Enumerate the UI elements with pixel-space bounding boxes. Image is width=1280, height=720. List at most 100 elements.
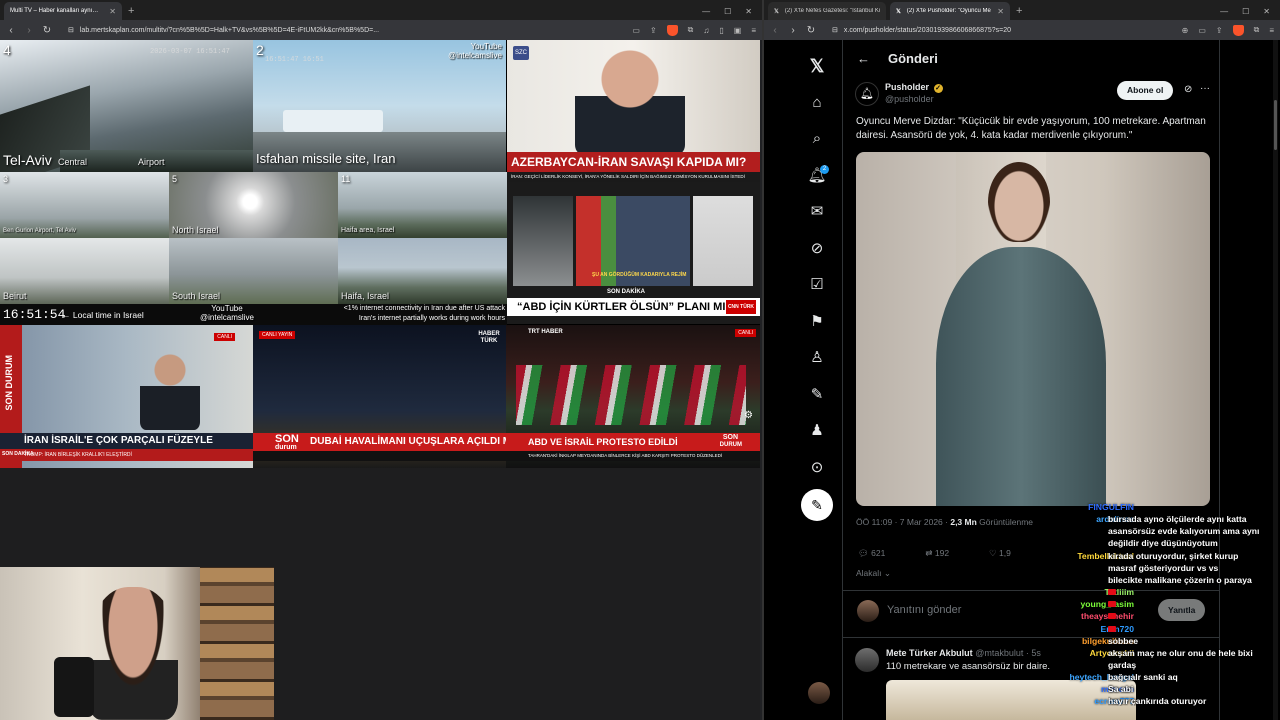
share-icon[interactable]: ⇪ [1216,26,1223,35]
news-ntv[interactable]: SON DURUM CANLI İRAN İSRAİL'E ÇOK PARÇAL… [0,325,253,468]
cam-telaviv[interactable]: 4 2026-03-07 16:51:47 Tel-Aviv Central A… [0,40,253,172]
extensions-icon[interactable]: ⧉ [1254,25,1260,35]
site-info-icon[interactable]: ⊟ [832,26,838,34]
chat-message: Tatliiim [1030,587,1280,599]
chat-message: bilecikte malikane çözerin o paraya [1030,575,1280,587]
share-icon[interactable]: ⇪ [650,26,657,35]
close-window-icon[interactable]: ✕ [745,7,752,16]
profile-icon[interactable]: ♟ [798,413,836,450]
tab-multitv[interactable]: Multi TV – Haber kanalları aynı… ✕ [4,2,122,20]
back-icon[interactable]: ‹ [6,25,16,36]
compose-post-button[interactable]: ✎ [801,489,833,521]
maximize-icon[interactable]: ☐ [1242,7,1249,16]
x-logo-icon: 𝕏 [896,8,901,15]
cam-number: 5 [172,174,178,184]
cast-icon[interactable]: ▭ [632,26,640,35]
account-avatar[interactable] [808,682,830,704]
x-logo-icon[interactable]: 𝕏 [798,48,836,85]
cam-ben-gurion[interactable]: 3 Ben Gurion Airport, Tel Aviv [0,172,169,238]
jobs-icon[interactable]: ♙ [798,340,836,377]
sidebar-icon[interactable]: ▯ [719,26,723,35]
brave-shield-icon[interactable] [666,24,678,36]
sort-replies-dropdown[interactable]: Alakalı ⌄ [856,568,891,579]
new-tab-button[interactable]: + [122,2,140,20]
tab-nefes[interactable]: 𝕏 (2) X'te Nefes Gazetesi: "İstanbul Kü… [768,2,886,20]
tab-close-icon[interactable]: ✕ [109,7,116,16]
news-dubai[interactable]: CANLI YAYIN HABER TÜRK SON durum DUBAİ H… [253,325,506,468]
reload-icon[interactable]: ↻ [42,25,52,36]
snow-building [283,110,383,132]
post-text: Oyuncu Merve Dizdar: "Küçücük bir evde y… [856,116,1206,141]
communities-icon[interactable]: ✎ [798,377,836,414]
author-handle[interactable]: @pusholder [885,94,934,104]
cam-beirut[interactable]: Beirut [0,238,169,304]
cam-isfahan[interactable]: 2 16:51:47 16:51 Isfahan missile site, I… [253,40,506,172]
more-options-icon[interactable]: ··· [1200,83,1210,94]
post-photo[interactable] [856,152,1210,506]
news-iran-protest[interactable]: TRT HABER CANLI ⚙ ABD VE İSRAİL PROTESTO… [506,325,760,468]
views-count: 2,3 Mn [950,517,977,527]
cam-haifa-area[interactable]: 11 Haifa area, Israel [338,172,507,238]
news-aliyev[interactable]: SZC AZERBAYCAN-İRAN SAVAŞI KAPIDA MI? İR… [507,40,760,182]
left-toolbar: ‹ › ↻ ⊟ lab.mertskaplan.com/multitv/?cn%… [0,20,762,40]
wallet-icon[interactable]: ▣ [734,26,742,35]
reply-author-name[interactable]: Mete Türker Akbulut [886,648,973,658]
settings-gear-icon[interactable]: ⚙ [744,410,753,421]
cast-icon[interactable]: ▭ [1198,26,1206,35]
grok-explain-icon[interactable]: ⊘ [1184,84,1192,95]
messages-icon[interactable]: ✉ [798,194,836,231]
repost-action[interactable]: ⇄ 192 [925,548,949,559]
back-icon[interactable]: ‹ [770,25,780,36]
post-time[interactable]: ÖÖ 11:09 · 7 Mar 2026 · [856,517,950,527]
explore-search-icon[interactable]: ⌕ [798,121,836,158]
close-window-icon[interactable]: ✕ [1263,7,1270,16]
brave-shield-icon[interactable] [1232,24,1244,36]
media-icon[interactable]: ♫ [703,26,709,35]
tab-pusholder-label: (2) X'te Pusholder: "Oyuncu Me… [906,8,992,14]
lists-icon[interactable]: ☑ [798,267,836,304]
cam-label: Haifa, Israel [341,291,390,301]
ticker-line-1: <1% internet connectivity in Iran due af… [343,305,505,312]
reply-input[interactable]: Yanıtını gönder [887,604,961,616]
back-arrow-icon[interactable]: ← [857,51,870,66]
site-info-icon[interactable]: ⊟ [68,26,74,34]
verified-badge-icon: ✓ [933,84,943,93]
extensions-icon[interactable]: ⧉ [688,25,694,35]
grok-icon[interactable]: ⊘ [798,231,836,268]
live-badge: CANLI [735,329,756,337]
menu-icon[interactable]: ≡ [1269,26,1274,35]
like-action[interactable]: ♡ 1,9 [989,548,1011,559]
chat-message: ardalinee bursada ayno ölçülerde aynı kat… [1030,514,1280,526]
notifications-icon[interactable]: 🔔︎ 2 [798,158,836,195]
reload-icon[interactable]: ↻ [806,25,816,36]
forward-icon[interactable]: › [24,25,34,36]
minimize-icon[interactable]: — [1220,7,1228,16]
reply-action[interactable]: 💬︎ 621 [858,548,885,559]
more-icon[interactable]: ⊙ [798,450,836,487]
cam-label: Ben Gurion Airport, Tel Aviv [3,228,76,234]
address-bar[interactable]: ⊟ x.com/pusholder/status/203019398660686… [824,23,1174,37]
home-icon[interactable]: ⌂ [798,85,836,122]
tab-close-icon[interactable]: ✕ [997,7,1004,16]
live-badge: CANLI [214,333,235,341]
author-name-wrap[interactable]: Pusholder ✓ [885,82,943,93]
minimize-icon[interactable]: — [702,7,710,16]
news-banner: AZERBAYCAN-İRAN SAVAŞI KAPIDA MI? [507,152,760,172]
flag-emoji-icon [1108,613,1116,620]
address-bar[interactable]: ⊟ lab.mertskaplan.com/multitv/?cn%5B%5D=… [60,23,624,37]
maximize-icon[interactable]: ☐ [724,7,731,16]
subscribe-button[interactable]: Abone ol [1117,81,1174,100]
tab-pusholder[interactable]: 𝕏 (2) X'te Pusholder: "Oyuncu Me… ✕ [890,2,1010,20]
new-tab-button[interactable]: + [1010,2,1028,20]
cam-south-israel[interactable]: South Israel [169,238,338,304]
author-avatar[interactable]: 🔔︎ [855,82,879,106]
zoom-icon[interactable]: ⊕ [1182,26,1189,35]
forward-icon[interactable]: › [788,25,798,36]
cam-north-israel[interactable]: 5 North Israel [169,172,338,238]
menu-icon[interactable]: ≡ [751,26,756,35]
news-panel[interactable]: ŞU AN GÖRDÜĞÜM KADARIYLA REJİM SON DAKİK… [507,182,760,324]
reply-author-avatar[interactable] [855,648,879,672]
bookmarks-icon[interactable]: ⚑ [798,304,836,341]
cam-haifa[interactable]: Haifa, Israel [338,238,507,304]
scrollbar-thumb[interactable] [1274,100,1277,150]
